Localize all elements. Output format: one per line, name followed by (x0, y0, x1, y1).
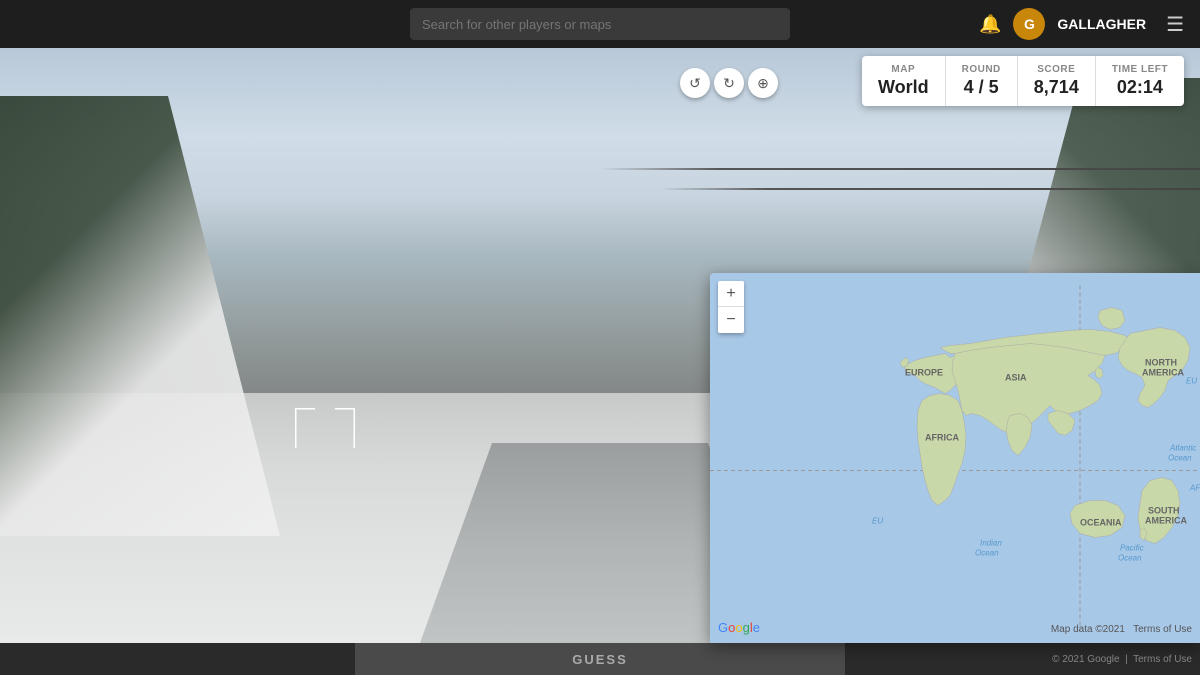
eu2-label: EU (1186, 377, 1197, 386)
south-america-label2: AMERICA (1145, 516, 1187, 526)
bottom-terms-link[interactable]: Terms of Use (1133, 654, 1192, 665)
map-cell: MAP World (862, 56, 946, 106)
atlantic-ocean-label2: Ocean (1168, 454, 1192, 463)
map-overlay[interactable]: ASIA EUROPE AFRICA NORTH AMERICA SOUTH A… (710, 273, 1200, 643)
eu-label: EU (872, 517, 883, 526)
north-america-label: NORTH (1145, 358, 1177, 368)
time-cell: TIME LEFT 02:14 (1096, 56, 1184, 106)
top-navigation: 🔔 G GALLAGHER ☰ (0, 0, 1200, 48)
world-map-svg: ASIA EUROPE AFRICA NORTH AMERICA SOUTH A… (710, 273, 1200, 643)
map-value: World (878, 77, 929, 98)
main-view: ↺ ↻ ⊕ MAP World ROUND 4 / 5 SCORE 8,714 … (0, 48, 1200, 643)
score-label: SCORE (1034, 64, 1079, 75)
round-value: 4 / 5 (962, 77, 1001, 98)
zoom-in-button[interactable]: + (718, 281, 744, 307)
oceania-label: OCEANIA (1080, 518, 1122, 528)
snow-tree-left (0, 96, 280, 536)
search-input[interactable] (410, 8, 790, 40)
map-copyright: Map data ©2021 Terms of Use (1051, 624, 1192, 635)
bottom-copyright: © 2021 Google | Terms of Use (1052, 654, 1192, 665)
ski-lift-wire (600, 168, 1200, 170)
rotate-right-button[interactable]: ↻ (714, 68, 744, 98)
score-value: 8,714 (1034, 77, 1079, 98)
google-logo: Google (718, 620, 760, 635)
notification-bell-icon[interactable]: 🔔 (979, 14, 1001, 35)
round-cell: ROUND 4 / 5 (946, 56, 1018, 106)
score-cell: SCORE 8,714 (1018, 56, 1096, 106)
hamburger-menu-icon[interactable]: ☰ (1166, 12, 1184, 37)
indian-ocean-label: Indian (980, 539, 1002, 548)
guess-button[interactable]: GUESS (355, 643, 845, 675)
username-label: GALLAGHER (1057, 16, 1146, 32)
user-avatar[interactable]: G (1013, 8, 1045, 40)
zoom-out-button[interactable]: − (718, 307, 744, 333)
score-panel: MAP World ROUND 4 / 5 SCORE 8,714 TIME L… (862, 56, 1184, 106)
bottom-copyright-text: © 2021 Google (1052, 654, 1119, 665)
europe-label: EUROPE (905, 368, 943, 378)
street-view-controls: ↺ ↻ ⊕ (680, 68, 778, 98)
pacific-ocean-label2: Ocean (1118, 554, 1142, 563)
asia-label: ASIA (1005, 373, 1027, 383)
atlantic-ocean-label: Atlantic (1169, 444, 1196, 453)
indian-ocean-label2: Ocean (975, 549, 999, 558)
time-label: TIME LEFT (1112, 64, 1168, 75)
pacific-ocean-label: Pacific (1120, 544, 1144, 553)
nav-right-section: 🔔 G GALLAGHER ☰ (979, 8, 1184, 40)
map-terms-link[interactable]: Terms of Use (1133, 624, 1192, 635)
africa-label: AFRICA (925, 433, 959, 443)
zoom-controls: + − (718, 281, 744, 333)
map-container[interactable]: ASIA EUROPE AFRICA NORTH AMERICA SOUTH A… (710, 273, 1200, 643)
time-value: 02:14 (1112, 77, 1168, 98)
round-label: ROUND (962, 64, 1001, 75)
map-label: MAP (878, 64, 929, 75)
ski-lift-wire-2 (660, 188, 1200, 190)
bottom-bar: GUESS © 2021 Google | Terms of Use (0, 643, 1200, 675)
south-america-label: SOUTH (1148, 506, 1180, 516)
map-data-copyright: Map data ©2021 (1051, 624, 1125, 635)
af-label: AF (1189, 484, 1200, 493)
zoom-street-button[interactable]: ⊕ (748, 68, 778, 98)
crosshair-marker (295, 408, 355, 448)
rotate-left-button[interactable]: ↺ (680, 68, 710, 98)
north-america-label2: AMERICA (1142, 368, 1184, 378)
